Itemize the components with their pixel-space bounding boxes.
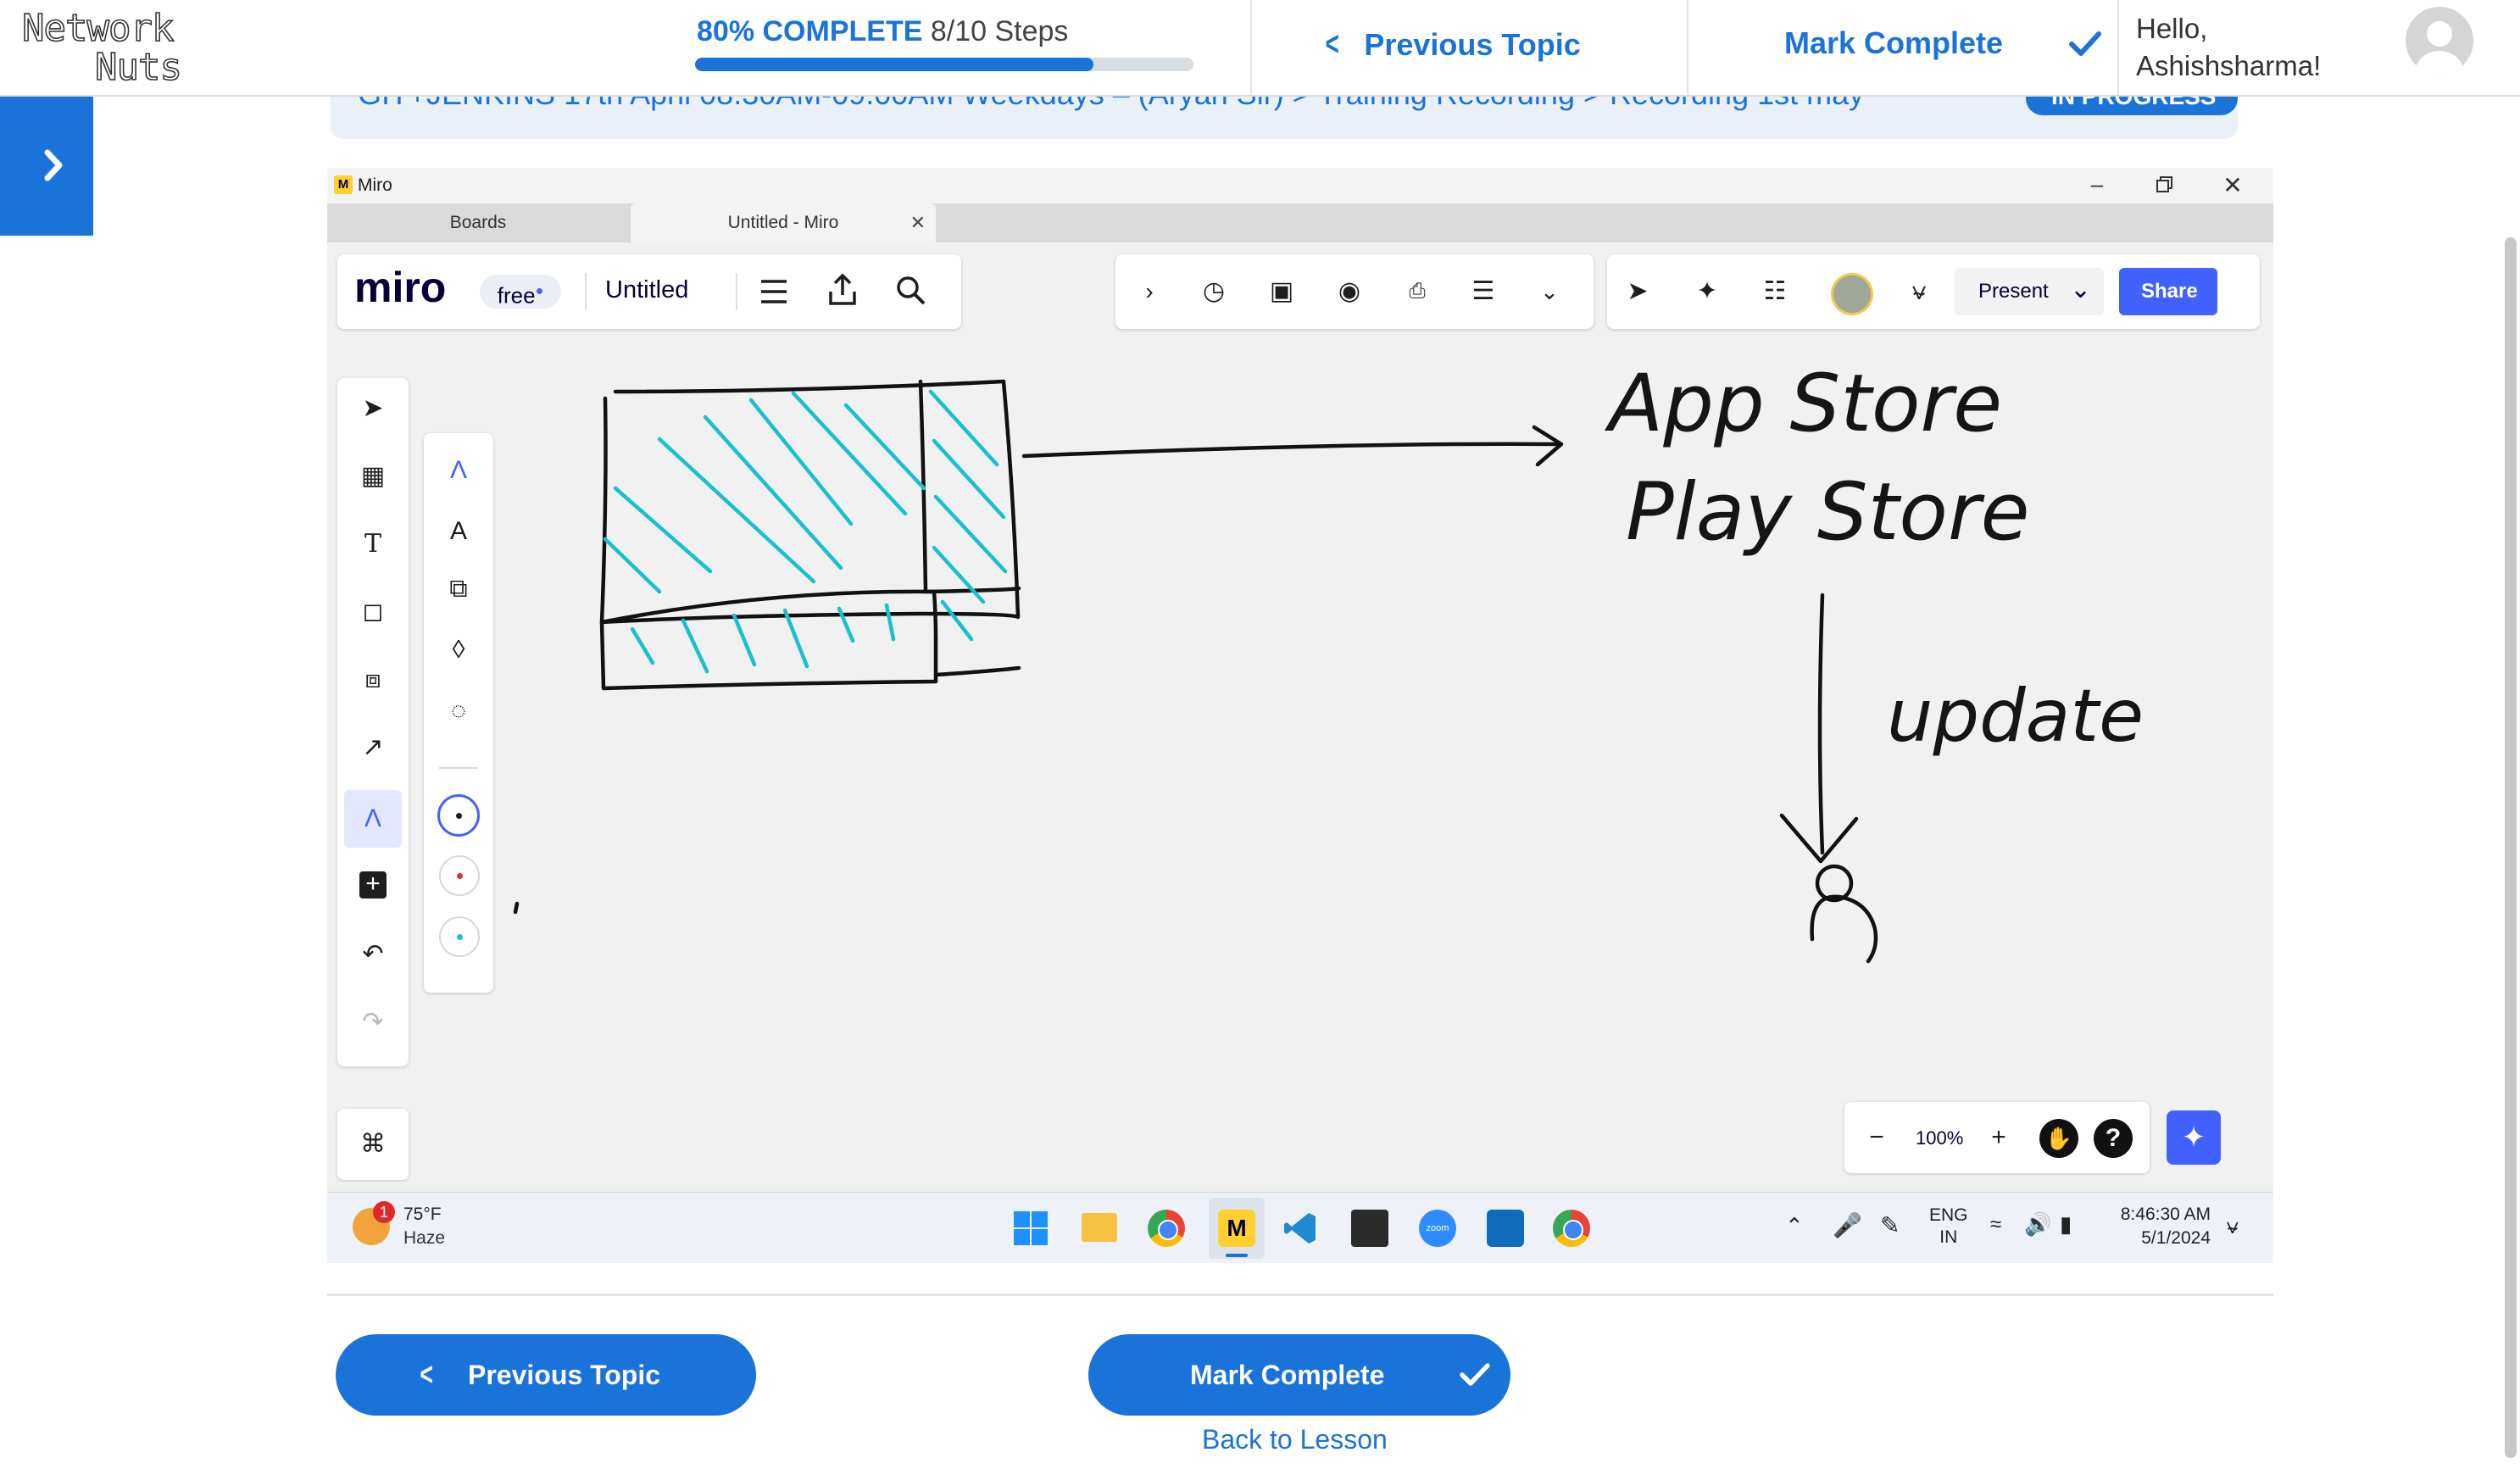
hatch-marks	[603, 389, 1008, 674]
whiteboard-sketch: App Store Play Store update	[513, 358, 2144, 964]
windows-taskbar: 1 75°F Haze M zoom ⌃ 🎤 ✎ ENG IN ≈ 🔊 ▮ 8:…	[327, 1192, 2273, 1263]
miro-taskbar-active[interactable]: M	[1209, 1198, 1265, 1259]
tab-boards[interactable]: Boards	[327, 203, 629, 242]
region-code: IN	[1939, 1227, 1958, 1247]
label-update: update	[1887, 674, 2144, 759]
handwritten-text: App Store Play Store update	[1605, 358, 2144, 759]
weather-desc: Haze	[403, 1228, 446, 1248]
weather-temp: 75°F	[403, 1205, 442, 1224]
greeting-username: Ashishsharma!	[2136, 50, 2322, 81]
arrow-down-update-head	[1779, 813, 1859, 864]
divider	[1250, 0, 1252, 95]
weather-badge: 1	[373, 1201, 395, 1223]
minimize-icon[interactable]: –	[2082, 171, 2112, 200]
back-to-lesson-link[interactable]: Back to Lesson	[1202, 1424, 1388, 1455]
arrow-to-store	[1021, 442, 1562, 459]
window-title: Miro	[358, 175, 392, 195]
sidebar-toggle-button[interactable]	[0, 95, 93, 236]
file-explorer-icon[interactable]	[1082, 1213, 1117, 1242]
miro-app-icon: M	[334, 175, 353, 194]
user-greeting: Hello, Ashishsharma!	[2136, 10, 2321, 85]
zoom-level[interactable]: 100%	[1916, 1127, 1963, 1149]
clock-time: 8:46:30 AM	[2120, 1205, 2211, 1224]
help-icon[interactable]: ?	[2094, 1119, 2133, 1158]
previous-topic-link[interactable]: < Previous Topic	[1322, 25, 1581, 64]
language-code: ENG	[1929, 1205, 1968, 1225]
progress-bar	[695, 58, 1193, 71]
chevron-left-icon: <	[1325, 25, 1339, 63]
progress-bar-fill	[695, 58, 1094, 71]
progress-steps: 8/10 Steps	[930, 15, 1069, 47]
volume-icon[interactable]: 🔊	[2024, 1211, 2051, 1238]
greeting-line1: Hello,	[2136, 13, 2208, 44]
ai-assist-button[interactable]: ✦	[2167, 1110, 2221, 1165]
user-silhouette-icon	[2416, 21, 2463, 75]
label-app-store: App Store	[1605, 358, 2002, 450]
mark-complete-button-label: Mark Complete	[1190, 1360, 1385, 1390]
progress-label: 80% COMPLETE 8/10 Steps	[697, 15, 1068, 48]
tab-boards-label: Boards	[449, 213, 507, 232]
user-figure-body	[1810, 894, 1878, 964]
tab-untitled-label: Untitled - Miro	[727, 213, 839, 232]
progress-percent: 80% COMPLETE	[697, 15, 923, 47]
mark-complete-link[interactable]: Mark Complete	[1784, 25, 2003, 61]
miro-board-canvas[interactable]: miro free● Untitled › ◷ ▣ ◉ ⎙ ☰ ⌄ ➤ ✦ ☷ …	[327, 242, 2273, 1185]
chevron-left-icon: <	[420, 1357, 433, 1393]
network-nuts-logo[interactable]: Network Nuts	[19, 5, 214, 86]
wifi-icon[interactable]: ≈	[1990, 1213, 2001, 1237]
restore-icon[interactable]	[2148, 173, 2178, 202]
logo-line1: Network	[22, 7, 174, 50]
mark-complete-label: Mark Complete	[1784, 25, 2004, 60]
chrome-icon[interactable]	[1148, 1210, 1185, 1247]
chevron-right-icon	[44, 149, 63, 181]
arrow-down-update	[1817, 593, 1825, 855]
device-bottom-bar	[599, 620, 938, 691]
outlook-icon[interactable]	[1487, 1210, 1524, 1247]
avatar[interactable]	[2406, 7, 2473, 75]
notification-bell-icon[interactable]: ⍱	[2226, 1213, 2239, 1240]
tab-close-icon[interactable]: ✕	[910, 203, 926, 242]
tab-untitled-miro[interactable]: Untitled - Miro ✕	[631, 203, 936, 242]
stray-pen-mark	[513, 901, 520, 915]
battery-icon[interactable]: ▮	[2060, 1211, 2072, 1238]
close-icon[interactable]: ✕	[2217, 171, 2248, 200]
logo-line2: Nuts	[95, 46, 181, 86]
pen-workspace-icon[interactable]: ✎	[1880, 1211, 1900, 1239]
start-icon[interactable]	[1012, 1210, 1049, 1247]
previous-topic-label: Previous Topic	[1364, 27, 1581, 62]
device-bottom-edge	[933, 665, 1021, 677]
previous-topic-button[interactable]: < Previous Topic	[336, 1334, 756, 1416]
previous-topic-button-label: Previous Topic	[468, 1360, 661, 1390]
terminal-icon[interactable]	[1351, 1210, 1388, 1247]
divider	[327, 1294, 2273, 1296]
divider	[1687, 0, 1688, 95]
chevron-up-icon[interactable]: ⌃	[1785, 1213, 1804, 1239]
clock[interactable]: 8:46:30 AM 5/1/2024	[2112, 1203, 2211, 1250]
chrome-profile-icon[interactable]	[1553, 1210, 1590, 1247]
zoom-icon[interactable]: zoom	[1419, 1210, 1456, 1247]
page-scrollbar[interactable]	[2505, 237, 2517, 1458]
zoom-controls: − 100% + ✋ ?	[1844, 1102, 2150, 1173]
check-icon[interactable]	[2067, 25, 2104, 63]
clock-date: 5/1/2024	[2141, 1228, 2211, 1248]
zoom-in-icon[interactable]: +	[1982, 1121, 2016, 1155]
microphone-icon[interactable]: 🎤	[1833, 1211, 1862, 1239]
mark-complete-button[interactable]: Mark Complete	[1088, 1334, 1510, 1416]
zoom-out-icon[interactable]: −	[1860, 1121, 1894, 1155]
check-icon	[1460, 1363, 1490, 1386]
miro-screenshot-window: M Miro – ✕ Boards Untitled - Miro ✕ miro …	[327, 168, 2273, 1263]
window-titlebar: M Miro – ✕	[327, 168, 2273, 203]
label-play-store: Play Store	[1626, 466, 2029, 559]
miro-taskbar-icon: M	[1218, 1210, 1255, 1247]
sparkle-icon: ✦	[2181, 1121, 2206, 1154]
device-divider-vertical	[918, 379, 1021, 594]
divider	[2117, 0, 2119, 95]
hand-tool-icon[interactable]: ✋	[2039, 1119, 2078, 1158]
top-bar: Network Nuts 80% COMPLETE 8/10 Steps < Pr…	[0, 0, 2520, 97]
vscode-icon[interactable]	[1282, 1210, 1319, 1247]
language-indicator[interactable]: ENG IN	[1929, 1205, 1968, 1249]
